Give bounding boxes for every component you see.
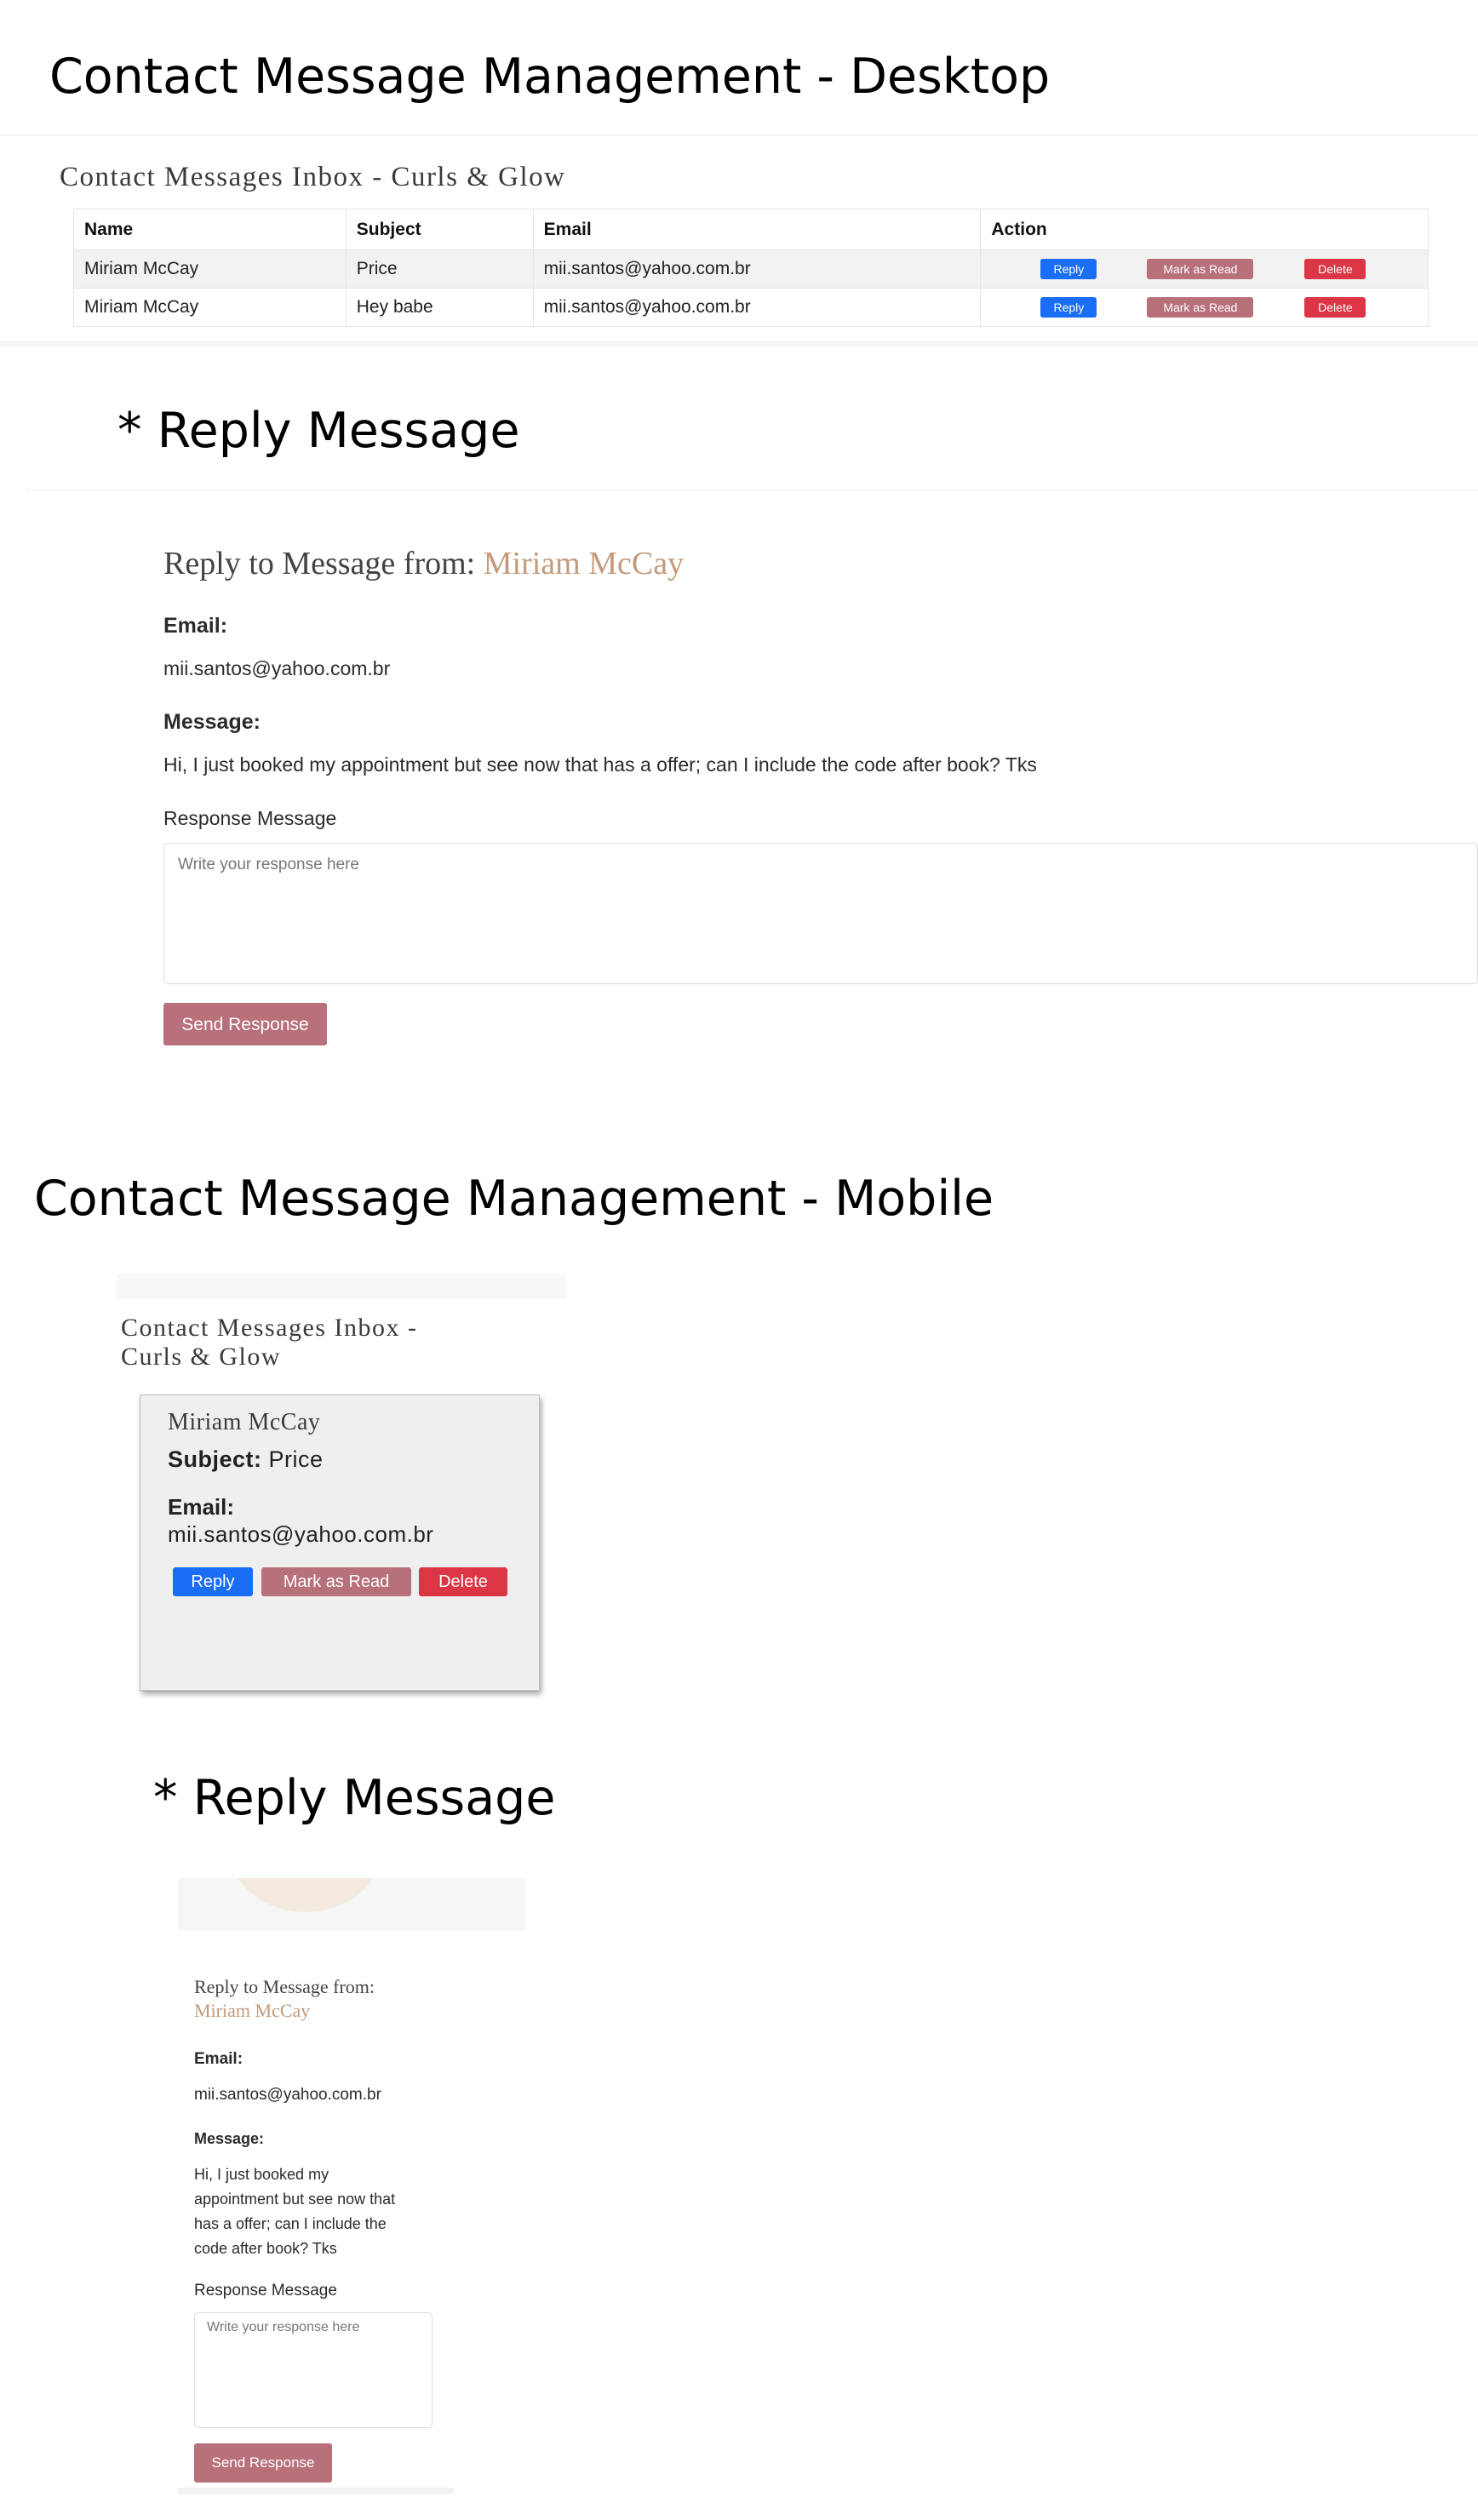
card-email-value: mii.santos@yahoo.com.br: [168, 1521, 434, 1547]
logo-circle: [229, 1878, 382, 1912]
reply-button[interactable]: Reply: [1040, 259, 1097, 279]
card-sender-name: Miriam McCay: [168, 1409, 321, 1435]
mobile-message-line: appointment but see now that: [194, 2191, 396, 2208]
message-value: Hi, I just booked my appointment but see…: [163, 753, 1037, 776]
column-header-name: Name: [73, 209, 347, 250]
table-row: Miriam McCay Price mii.santos@yahoo.com.…: [73, 249, 1429, 289]
mobile-reply-title: Reply to Message from: Miriam McCay: [194, 1975, 375, 2023]
mobile-message-line: code after book? Tks: [194, 2240, 337, 2257]
email-label: Email:: [163, 614, 228, 638]
column-header-email: Email: [532, 209, 981, 250]
reply-title-prefix: Reply to Message from:: [163, 546, 476, 581]
card-email-label: Email:: [168, 1494, 235, 1520]
row-subject: Hey babe: [345, 288, 534, 327]
mobile-delete-button[interactable]: Delete: [419, 1567, 507, 1596]
card-subject: Subject: Price: [168, 1446, 324, 1473]
mobile-section-heading: Contact Message Management - Mobile: [34, 1171, 994, 1227]
mark-as-read-button[interactable]: Mark as Read: [1147, 297, 1254, 318]
table-row: Miriam McCay Hey babe mii.santos@yahoo.c…: [73, 288, 1429, 327]
row-name: Miriam McCay: [73, 288, 347, 327]
mobile-response-placeholder: Write your response here: [207, 2320, 360, 2334]
mobile-reply-heading: * Reply Message: [153, 1770, 556, 1826]
row-actions: Reply Mark as Read Delete: [980, 288, 1429, 327]
response-textarea[interactable]: Write your response here: [163, 843, 1478, 984]
mobile-inbox-title: Contact Messages Inbox - Curls & Glow: [121, 1314, 417, 1372]
mobile-message-label: Message:: [194, 2130, 265, 2147]
mobile-message-line: Hi, I just booked my: [194, 2166, 329, 2183]
delete-button[interactable]: Delete: [1304, 259, 1366, 279]
mobile-response-label: Response Message: [194, 2282, 337, 2300]
mobile-message-value: Hi, I just booked my appointment but see…: [194, 2162, 395, 2261]
mobile-message-card: Miriam McCay Subject: Price Email: mii.s…: [140, 1395, 540, 1691]
mobile-email-value: mii.santos@yahoo.com.br: [194, 2086, 381, 2104]
column-header-subject: Subject: [345, 209, 534, 250]
card-subject-label: Subject:: [168, 1446, 262, 1472]
desktop-reply-heading: * Reply Message: [117, 403, 520, 459]
mobile-message-line: has a offer; can I include the: [194, 2215, 387, 2232]
mobile-footer-strip: [178, 2488, 454, 2494]
row-name: Miriam McCay: [73, 249, 347, 289]
mobile-reply-button[interactable]: Reply: [173, 1567, 253, 1596]
mobile-mark-as-read-button[interactable]: Mark as Read: [261, 1567, 411, 1596]
message-label: Message:: [163, 710, 261, 734]
row-email: mii.santos@yahoo.com.br: [532, 249, 981, 289]
mobile-email-label: Email:: [194, 2050, 243, 2068]
mark-as-read-button[interactable]: Mark as Read: [1147, 259, 1254, 279]
mobile-header-strip: [117, 1274, 566, 1299]
row-subject: Price: [345, 249, 534, 289]
mobile-reply-header-strip: [178, 1878, 525, 1931]
column-header-action: Action: [980, 209, 1429, 250]
delete-button[interactable]: Delete: [1304, 297, 1366, 318]
desktop-section-heading: Contact Message Management - Desktop: [49, 49, 1051, 105]
mobile-send-response-button[interactable]: Send Response: [194, 2443, 332, 2483]
row-email: mii.santos@yahoo.com.br: [532, 288, 981, 327]
mobile-inbox-title-line1: Contact Messages Inbox -: [121, 1314, 418, 1342]
row-actions: Reply Mark as Read Delete: [980, 249, 1429, 289]
email-value: mii.santos@yahoo.com.br: [163, 657, 391, 679]
send-response-button[interactable]: Send Response: [163, 1003, 327, 1045]
mobile-inbox-title-line2: Curls & Glow: [121, 1343, 282, 1371]
divider: [26, 489, 1478, 490]
response-placeholder: Write your response here: [178, 856, 359, 873]
response-label: Response Message: [163, 807, 337, 829]
desktop-inbox-title: Contact Messages Inbox - Curls & Glow: [60, 162, 566, 192]
reply-title: Reply to Message from: Miriam McCay: [163, 545, 684, 582]
desktop-inbox-table: Name Subject Email Action Miriam McCay P…: [73, 209, 1429, 327]
reply-button[interactable]: Reply: [1040, 297, 1097, 318]
card-subject-value: Price: [268, 1446, 324, 1472]
mobile-response-textarea[interactable]: Write your response here: [194, 2312, 433, 2428]
mobile-reply-sender-name: Miriam McCay: [194, 2000, 311, 2021]
reply-sender-name: Miriam McCay: [483, 546, 685, 581]
mobile-reply-title-prefix: Reply to Message from:: [194, 1976, 375, 1997]
